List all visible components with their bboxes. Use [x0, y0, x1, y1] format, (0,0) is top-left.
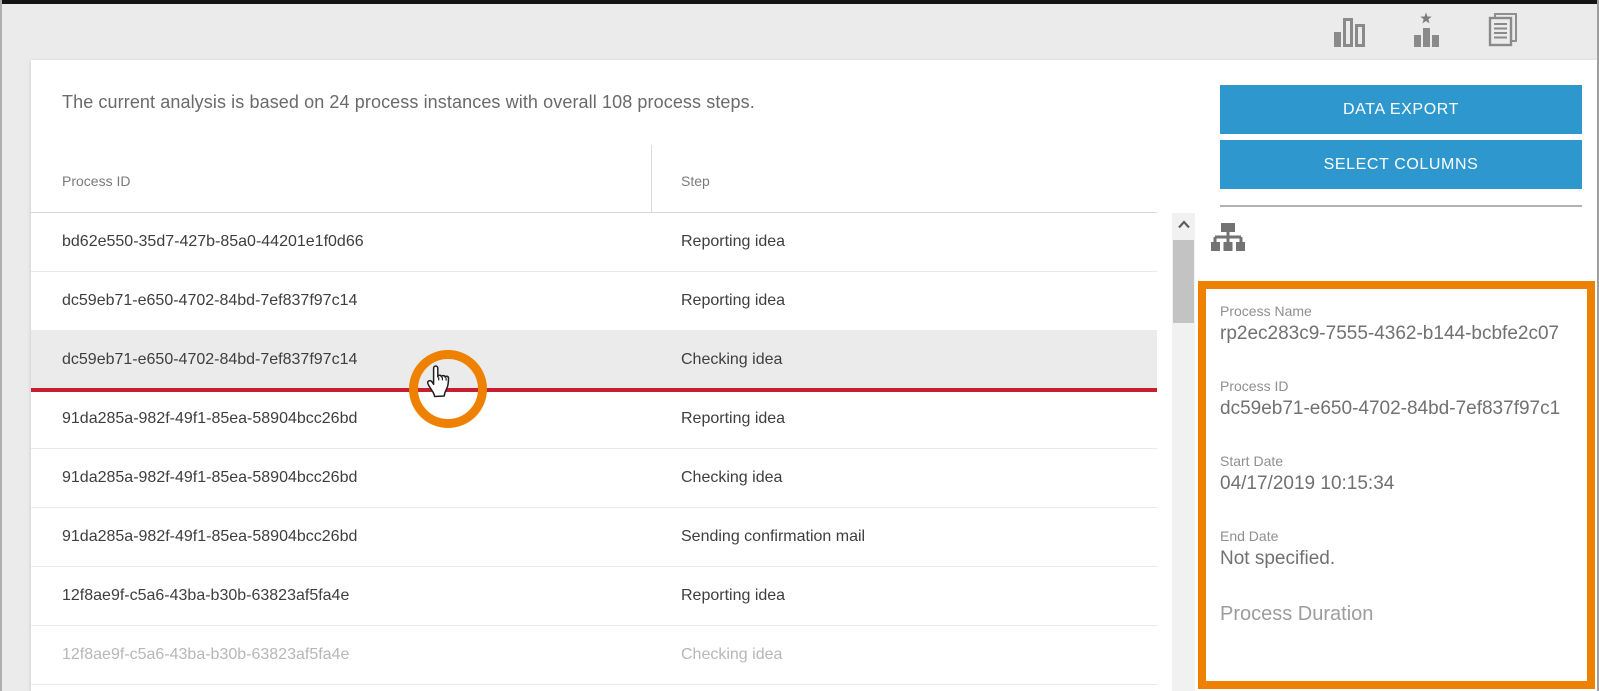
cell-step: Reporting idea	[681, 410, 785, 428]
process-steps-table: bd62e550-35d7-427b-85a0-44201e1f0d66 Rep…	[31, 213, 1157, 685]
analysis-summary-text: The current analysis is based on 24 proc…	[62, 92, 755, 113]
cell-step: Checking idea	[681, 351, 782, 369]
table-row[interactable]: 12f8ae9f-c5a6-43ba-b30b-63823af5fa4e Che…	[31, 626, 1157, 685]
detail-field: Process ID dc59eb71-e650-4702-84bd-7ef83…	[1220, 378, 1581, 420]
selected-row-underline	[31, 388, 1157, 392]
cell-step: Checking idea	[681, 646, 782, 664]
table-header: Process ID Step	[31, 145, 1157, 213]
process-analysis-app: The current analysis is based on 24 proc…	[0, 0, 1599, 691]
table-row[interactable]: 91da285a-982f-49f1-85ea-58904bcc26bd Sen…	[31, 508, 1157, 567]
cell-process-id: 91da285a-982f-49f1-85ea-58904bcc26bd	[62, 410, 357, 428]
cell-step: Reporting idea	[681, 292, 785, 310]
detail-label: End Date	[1220, 528, 1581, 544]
select-columns-button[interactable]: SELECT COLUMNS	[1220, 140, 1582, 189]
detail-field: End Date Not specified.	[1220, 528, 1581, 570]
table-row[interactable]: 91da285a-982f-49f1-85ea-58904bcc26bd Rep…	[31, 390, 1157, 449]
cell-step: Checking idea	[681, 469, 782, 487]
ranked-chart-star-icon[interactable]	[1407, 11, 1445, 51]
org-chart-icon[interactable]	[1209, 220, 1247, 258]
view-toolbar	[1330, 11, 1522, 51]
detail-value: 04/17/2019 10:15:34	[1220, 473, 1581, 495]
table-row[interactable]: dc59eb71-e650-4702-84bd-7ef837f97c14 Rep…	[31, 272, 1157, 331]
hand-cursor-icon	[424, 361, 454, 399]
column-divider	[651, 145, 652, 213]
cell-step: Reporting idea	[681, 233, 785, 251]
table-row-selected[interactable]: dc59eb71-e650-4702-84bd-7ef837f97c14 Che…	[31, 331, 1157, 390]
detail-value: Not specified.	[1220, 548, 1581, 570]
scrollbar-up-arrow[interactable]	[1172, 213, 1195, 235]
window-top-bar	[0, 0, 1599, 4]
window-left-edge	[0, 0, 2, 691]
detail-label: Start Date	[1220, 453, 1581, 469]
cell-process-id: 12f8ae9f-c5a6-43ba-b30b-63823af5fa4e	[62, 646, 349, 664]
table-row[interactable]: 91da285a-982f-49f1-85ea-58904bcc26bd Che…	[31, 449, 1157, 508]
detail-field: Process Duration	[1220, 603, 1581, 630]
detail-value: dc59eb71-e650-4702-84bd-7ef837f97c1	[1220, 398, 1581, 420]
column-header-process-id[interactable]: Process ID	[62, 173, 130, 189]
detail-field: Start Date 04/17/2019 10:15:34	[1220, 453, 1581, 495]
cell-process-id: 12f8ae9f-c5a6-43ba-b30b-63823af5fa4e	[62, 587, 349, 605]
cell-process-id: 91da285a-982f-49f1-85ea-58904bcc26bd	[62, 528, 357, 546]
cell-process-id: 91da285a-982f-49f1-85ea-58904bcc26bd	[62, 469, 357, 487]
panel-divider	[1220, 205, 1582, 207]
cell-step: Sending confirmation mail	[681, 528, 865, 546]
table-row[interactable]: bd62e550-35d7-427b-85a0-44201e1f0d66 Rep…	[31, 213, 1157, 272]
detail-label: Process ID	[1220, 378, 1581, 394]
report-pages-icon[interactable]	[1484, 11, 1522, 51]
data-export-button[interactable]: DATA EXPORT	[1220, 85, 1582, 134]
detail-value: rp2ec283c9-7555-4362-b144-bcbfe2c07	[1220, 323, 1581, 345]
table-scrollbar[interactable]	[1172, 213, 1195, 691]
scrollbar-thumb[interactable]	[1173, 240, 1194, 323]
cell-process-id: bd62e550-35d7-427b-85a0-44201e1f0d66	[62, 233, 364, 251]
detail-label: Process Duration	[1220, 603, 1581, 626]
cell-process-id: dc59eb71-e650-4702-84bd-7ef837f97c14	[62, 351, 357, 369]
process-details-panel: Process Name rp2ec283c9-7555-4362-b144-b…	[1198, 281, 1595, 689]
table-row[interactable]: 12f8ae9f-c5a6-43ba-b30b-63823af5fa4e Rep…	[31, 567, 1157, 626]
bar-chart-icon[interactable]	[1330, 11, 1368, 51]
cell-step: Reporting idea	[681, 587, 785, 605]
detail-field: Process Name rp2ec283c9-7555-4362-b144-b…	[1220, 303, 1581, 345]
column-header-step[interactable]: Step	[681, 173, 710, 189]
cell-process-id: dc59eb71-e650-4702-84bd-7ef837f97c14	[62, 292, 357, 310]
detail-label: Process Name	[1220, 303, 1581, 319]
